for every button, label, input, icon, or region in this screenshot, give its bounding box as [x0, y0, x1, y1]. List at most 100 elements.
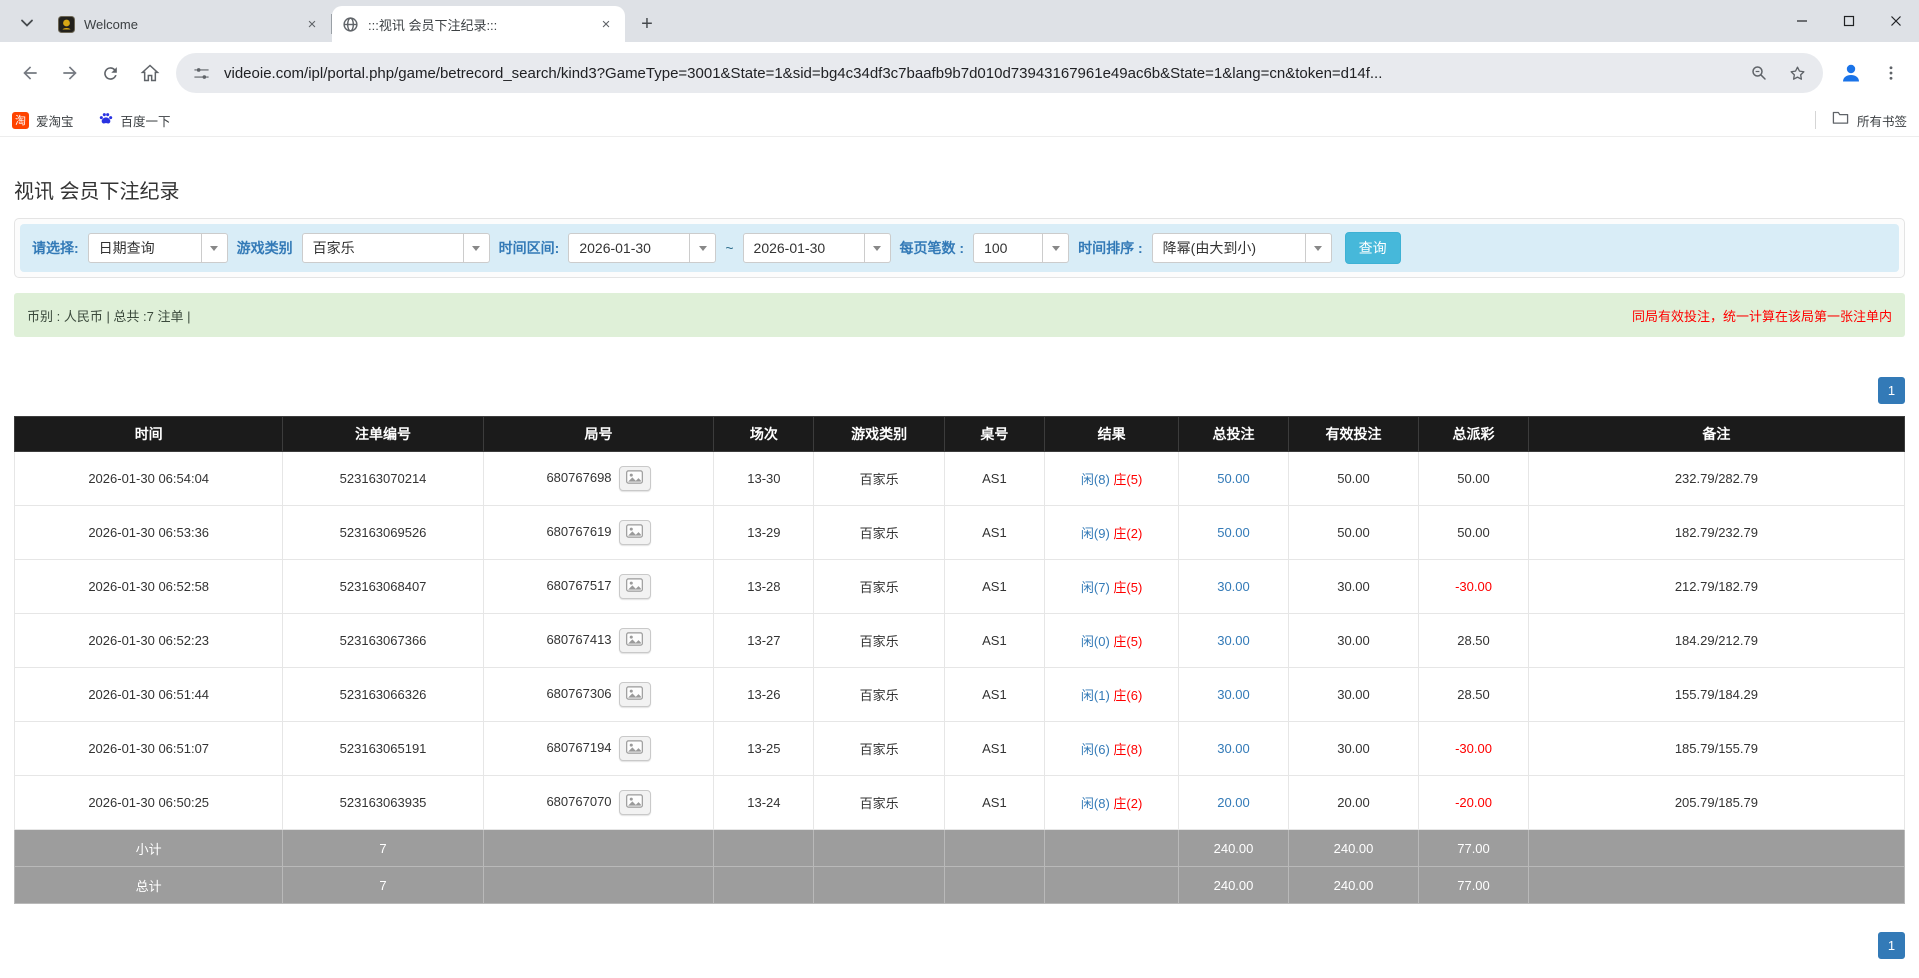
- total-bet-cell-value[interactable]: 30.00: [1217, 687, 1250, 702]
- round-detail-button[interactable]: [619, 736, 651, 761]
- round-detail-button[interactable]: [619, 466, 651, 491]
- total-bet-cell-value[interactable]: 30.00: [1217, 633, 1250, 648]
- bet-id-cell: 523163065191: [283, 722, 483, 776]
- round-id-cell: 680767698: [483, 452, 714, 506]
- forward-button[interactable]: [50, 53, 90, 93]
- footer-empty-cell: [814, 867, 944, 904]
- pagination-top: 1: [14, 377, 1905, 404]
- per-page-select[interactable]: 100: [973, 233, 1069, 263]
- table-number-cell-value: AS1: [982, 795, 1007, 810]
- maximize-button[interactable]: [1825, 0, 1872, 42]
- result-player: 闲(8): [1081, 472, 1110, 487]
- total-bet-cell-value[interactable]: 20.00: [1217, 795, 1250, 810]
- site-info-icon[interactable]: [188, 60, 214, 86]
- date-to-select[interactable]: 2026-01-30: [743, 233, 891, 263]
- date-to-value: 2026-01-30: [744, 240, 864, 256]
- game-type-cell-value: 百家乐: [860, 634, 899, 649]
- round-detail-button[interactable]: [619, 628, 651, 653]
- column-header: 时间: [15, 417, 283, 452]
- round-id-cell-value: 680767306: [546, 686, 611, 701]
- filter-panel: 请选择: 日期查询 游戏类别 百家乐 时间区间: 2026-01-30 ~ 20: [14, 218, 1905, 278]
- date-from-select[interactable]: 2026-01-30: [568, 233, 716, 263]
- page-1-button[interactable]: 1: [1878, 932, 1905, 959]
- all-bookmarks[interactable]: 所有书签: [1815, 110, 1907, 130]
- total-bet-cell-value[interactable]: 50.00: [1217, 525, 1250, 540]
- round-image-icon: [626, 740, 643, 757]
- close-window-button[interactable]: [1872, 0, 1919, 42]
- reload-button[interactable]: [90, 53, 130, 93]
- bookmark-star-icon[interactable]: [1783, 59, 1811, 87]
- pagination-bottom: 1: [14, 932, 1905, 959]
- game-type-cell: 百家乐: [814, 560, 944, 614]
- back-button[interactable]: [10, 53, 50, 93]
- zoom-icon[interactable]: [1745, 59, 1773, 87]
- dropdown-arrow-icon: [463, 234, 489, 262]
- round-detail-button[interactable]: [619, 790, 651, 815]
- profile-avatar[interactable]: [1833, 55, 1869, 91]
- round-id-cell: 680767619: [483, 506, 714, 560]
- note-cell-value: 184.29/212.79: [1675, 633, 1758, 648]
- footer-total-bet-cell: 240.00: [1179, 867, 1289, 904]
- round-detail-button[interactable]: [619, 682, 651, 707]
- round-detail-button[interactable]: [619, 574, 651, 599]
- bet-time-cell-value: 2026-01-30 06:52:58: [88, 579, 209, 594]
- tab-welcome[interactable]: Welcome ×: [48, 6, 331, 42]
- bookmark-baidu[interactable]: 百度一下: [98, 111, 171, 130]
- result-banker: 庄(2): [1113, 796, 1142, 811]
- session-cell: 13-30: [714, 452, 814, 506]
- round-id-cell-value: 680767517: [546, 578, 611, 593]
- total-bet-cell-value[interactable]: 30.00: [1217, 741, 1250, 756]
- payout-cell-value: 50.00: [1457, 471, 1490, 486]
- result-banker: 庄(5): [1113, 472, 1142, 487]
- column-header: 桌号: [944, 417, 1044, 452]
- table-number-cell: AS1: [944, 506, 1044, 560]
- per-page-label: 每页笔数 :: [900, 238, 965, 258]
- valid-bet-cell: 30.00: [1288, 560, 1418, 614]
- round-detail-button[interactable]: [619, 520, 651, 545]
- table-footer-row: 小计7240.00240.0077.00: [15, 830, 1905, 867]
- time-sort-label: 时间排序 :: [1078, 238, 1143, 258]
- payout-cell-value: 50.00: [1457, 525, 1490, 540]
- minimize-button[interactable]: [1778, 0, 1825, 42]
- browser-menu-icon[interactable]: [1873, 55, 1909, 91]
- note-cell-value: 232.79/282.79: [1675, 471, 1758, 486]
- table-number-cell-value: AS1: [982, 633, 1007, 648]
- round-id-cell: 680767070: [483, 776, 714, 830]
- result-cell: 闲(8) 庄(2): [1045, 776, 1179, 830]
- bookmark-aitaobao[interactable]: 淘 爱淘宝: [12, 111, 74, 130]
- bookmarks-bar: 淘 爱淘宝 百度一下 所有书签: [0, 104, 1919, 137]
- tab-close-icon[interactable]: ×: [303, 15, 321, 33]
- tab-betrecord[interactable]: :::视讯 会员下注纪录::: ×: [332, 6, 625, 42]
- home-button[interactable]: [130, 53, 170, 93]
- table-number-cell-value: AS1: [982, 579, 1007, 594]
- table-number-cell: AS1: [944, 668, 1044, 722]
- note-cell-value: 155.79/184.29: [1675, 687, 1758, 702]
- query-type-select[interactable]: 日期查询: [88, 233, 228, 263]
- game-type-cell: 百家乐: [814, 614, 944, 668]
- game-type-select[interactable]: 百家乐: [302, 233, 490, 263]
- bet-id-cell: 523163070214: [283, 452, 483, 506]
- session-cell-value: 13-27: [747, 633, 780, 648]
- total-bet-cell-value[interactable]: 50.00: [1217, 471, 1250, 486]
- total-bet-cell-value[interactable]: 30.00: [1217, 579, 1250, 594]
- game-type-cell: 百家乐: [814, 452, 944, 506]
- new-tab-button[interactable]: +: [633, 10, 661, 38]
- session-cell: 13-29: [714, 506, 814, 560]
- session-cell-value: 13-26: [747, 687, 780, 702]
- game-type-cell-value: 百家乐: [860, 580, 899, 595]
- session-cell-value: 13-25: [747, 741, 780, 756]
- footer-label-cell: 总计: [15, 867, 283, 904]
- address-bar[interactable]: videoie.com/ipl/portal.php/game/betrecor…: [176, 53, 1823, 93]
- tab-search-button[interactable]: [12, 8, 42, 42]
- bookmark-label: 爱淘宝: [36, 111, 74, 130]
- tab-close-icon[interactable]: ×: [597, 15, 615, 33]
- search-button[interactable]: 查询: [1345, 232, 1401, 264]
- baidu-paw-icon: [98, 111, 114, 130]
- result-banker: 庄(6): [1113, 688, 1142, 703]
- page-1-button[interactable]: 1: [1878, 377, 1905, 404]
- bet-id-cell-value: 523163069526: [340, 525, 427, 540]
- game-type-cell: 百家乐: [814, 668, 944, 722]
- valid-bet-cell-value: 50.00: [1337, 471, 1370, 486]
- valid-bet-cell: 30.00: [1288, 722, 1418, 776]
- time-sort-select[interactable]: 降幂(由大到小): [1152, 233, 1332, 263]
